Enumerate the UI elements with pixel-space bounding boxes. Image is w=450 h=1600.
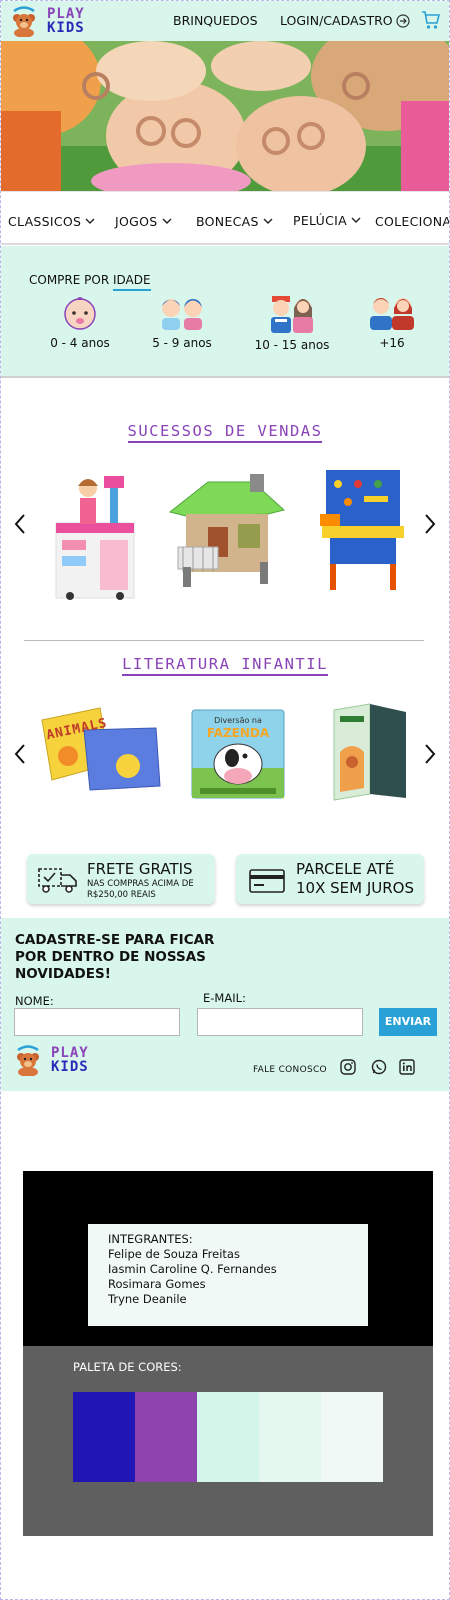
product-playhouse-image[interactable] bbox=[168, 472, 286, 590]
children-icon bbox=[162, 299, 202, 330]
hero-banner-image bbox=[1, 41, 449, 191]
logo-wordmark: PLAY KIDS bbox=[47, 7, 85, 35]
nav-toys-link[interactable]: BRINQUEDOS bbox=[173, 13, 258, 28]
name-field-label: NOME: bbox=[15, 994, 54, 1008]
category-label: BONECAS bbox=[196, 214, 259, 229]
age-option-5-9[interactable]: 5 - 9 anos bbox=[137, 292, 227, 350]
header: PLAY KIDS BRINQUEDOS LOGIN/CADASTRO bbox=[1, 1, 449, 41]
installments-line-1: PARCELE ATÉ bbox=[296, 860, 395, 878]
farm-book-title-line-2: FAZENDA bbox=[206, 726, 270, 740]
product-open-book-image[interactable] bbox=[330, 702, 412, 802]
contact-link[interactable]: FALE CONOSCO bbox=[253, 1065, 327, 1075]
product-tool-bench-image[interactable] bbox=[318, 466, 408, 591]
teddy-bear-icon bbox=[17, 1045, 39, 1076]
footer-logo[interactable]: PLAY KIDS bbox=[13, 1044, 89, 1076]
age-option-0-4[interactable]: 0 - 4 anos bbox=[35, 292, 125, 350]
category-label: JOGOS bbox=[115, 214, 158, 229]
palette-swatch-1 bbox=[73, 1392, 135, 1482]
chevron-down-icon bbox=[351, 217, 361, 223]
name-input[interactable] bbox=[14, 1008, 180, 1036]
installments-line-2: 10X SEM JUROS bbox=[296, 879, 414, 897]
best-sellers-title: SUCESSOS DE VENDAS bbox=[0, 422, 450, 443]
email-input[interactable] bbox=[197, 1008, 363, 1036]
age-label: 0 - 4 anos bbox=[50, 336, 110, 350]
age-title-underlined: IDADE bbox=[112, 273, 151, 291]
footer-logo-line-1: PLAY bbox=[51, 1045, 89, 1061]
baby-icon bbox=[64, 297, 96, 330]
member-name: Iasmin Caroline Q. Fernandes bbox=[108, 1262, 277, 1276]
category-jogos[interactable]: JOGOS bbox=[115, 214, 172, 229]
category-classicos[interactable]: CLASSICOS bbox=[8, 214, 95, 229]
member-name: Rosimara Gomes bbox=[108, 1277, 206, 1291]
footer-logo-wordmark: PLAY KIDS bbox=[51, 1046, 89, 1074]
free-shipping-subtitle-line-1: NAS COMPRAS ACIMA DE bbox=[87, 879, 194, 889]
palette-swatch-3 bbox=[197, 1392, 259, 1482]
shopping-cart-icon[interactable] bbox=[421, 10, 441, 30]
category-label: COLECIONAVEIS bbox=[375, 214, 449, 229]
age-title-prefix: COMPRE POR bbox=[29, 273, 113, 287]
adults-icon bbox=[370, 298, 414, 330]
literature-title-text: LITERATURA INFANTIL bbox=[122, 655, 328, 676]
installments-banner: PARCELE ATÉ 10X SEM JUROS bbox=[236, 854, 424, 904]
credit-card-icon bbox=[249, 869, 285, 893]
delivery-truck-icon bbox=[38, 868, 77, 893]
linkedin-icon[interactable] bbox=[399, 1059, 415, 1075]
category-pelucia[interactable]: PELÚCIA bbox=[293, 213, 361, 228]
members-card: INTEGRANTES: Felipe de Souza Freitas Ias… bbox=[88, 1224, 368, 1326]
chevron-down-icon bbox=[85, 218, 95, 224]
category-label: PELÚCIA bbox=[293, 213, 347, 228]
chevron-down-icon bbox=[263, 218, 273, 224]
palette-swatch-2 bbox=[135, 1392, 197, 1482]
chevron-left-icon[interactable] bbox=[12, 743, 28, 765]
literature-title: LITERATURA INFANTIL bbox=[0, 655, 450, 676]
teens-icon bbox=[271, 296, 313, 333]
palette-swatch-4 bbox=[259, 1392, 321, 1482]
category-bonecas[interactable]: BONECAS bbox=[196, 214, 273, 229]
best-sellers-title-text: SUCESSOS DE VENDAS bbox=[127, 422, 323, 443]
free-shipping-banner: FRETE GRATIS NAS COMPRAS ACIMA DE R$250,… bbox=[27, 854, 215, 904]
age-label: +16 bbox=[379, 336, 405, 350]
farm-book-title: Diversão na FAZENDA bbox=[190, 714, 286, 740]
chevron-left-icon[interactable] bbox=[12, 513, 28, 535]
nav-login-link[interactable]: LOGIN/CADASTRO bbox=[280, 13, 410, 28]
palette-title: PALETA DE CORES: bbox=[73, 1360, 182, 1374]
members-title: INTEGRANTES: bbox=[108, 1232, 193, 1246]
free-shipping-subtitle-line-2: R$250,00 REAIS bbox=[87, 890, 156, 900]
chevron-down-icon bbox=[162, 218, 171, 224]
age-option-10-15[interactable]: 10 - 15 anos bbox=[247, 292, 337, 352]
email-field-label: E-MAIL: bbox=[203, 991, 246, 1005]
chevron-right-icon[interactable] bbox=[422, 513, 438, 535]
member-name: Felipe de Souza Freitas bbox=[108, 1247, 240, 1261]
newsletter-section: CADASTRE-SE PARA FICAR POR DENTRO DE NOS… bbox=[1, 918, 449, 1091]
arrow-right-circle-icon bbox=[396, 13, 410, 28]
palette-swatch-5 bbox=[321, 1392, 383, 1482]
logo-line-2: KIDS bbox=[47, 20, 85, 36]
section-divider bbox=[24, 640, 424, 641]
member-name: Tryne Deanile bbox=[108, 1292, 187, 1306]
chevron-right-icon[interactable] bbox=[422, 743, 438, 765]
teddy-bear-icon bbox=[13, 6, 35, 37]
submit-button[interactable]: ENVIAR bbox=[379, 1008, 437, 1036]
age-option-16-plus[interactable]: +16 bbox=[347, 292, 437, 350]
product-farm-book-image[interactable]: Diversão na FAZENDA bbox=[190, 708, 286, 800]
product-animals-book-image[interactable]: ANIMALS bbox=[38, 706, 163, 796]
logo-line-1: PLAY bbox=[47, 6, 85, 22]
shop-by-age-title: COMPRE POR IDADE bbox=[29, 273, 151, 291]
footer-logo-line-2: KIDS bbox=[51, 1059, 89, 1075]
category-menu: CLASSICOS JOGOS BONECAS PELÚCIA COLECION… bbox=[1, 191, 449, 245]
shop-by-age-section: COMPRE POR IDADE 0 - 4 anos 5 - 9 anos 1… bbox=[1, 246, 449, 378]
category-label: CLASSICOS bbox=[8, 214, 82, 229]
free-shipping-title: FRETE GRATIS bbox=[87, 860, 193, 878]
age-label: 5 - 9 anos bbox=[152, 336, 212, 350]
age-label: 10 - 15 anos bbox=[254, 338, 330, 352]
nav-login-label: LOGIN/CADASTRO bbox=[280, 13, 393, 28]
instagram-icon[interactable] bbox=[340, 1059, 356, 1075]
category-colecionaveis[interactable]: COLECIONAVEIS bbox=[375, 214, 449, 229]
newsletter-title: CADASTRE-SE PARA FICAR POR DENTRO DE NOS… bbox=[15, 932, 215, 982]
logo[interactable]: PLAY KIDS bbox=[9, 5, 85, 37]
whatsapp-icon[interactable] bbox=[371, 1059, 387, 1075]
product-toy-market-image[interactable] bbox=[50, 468, 140, 603]
